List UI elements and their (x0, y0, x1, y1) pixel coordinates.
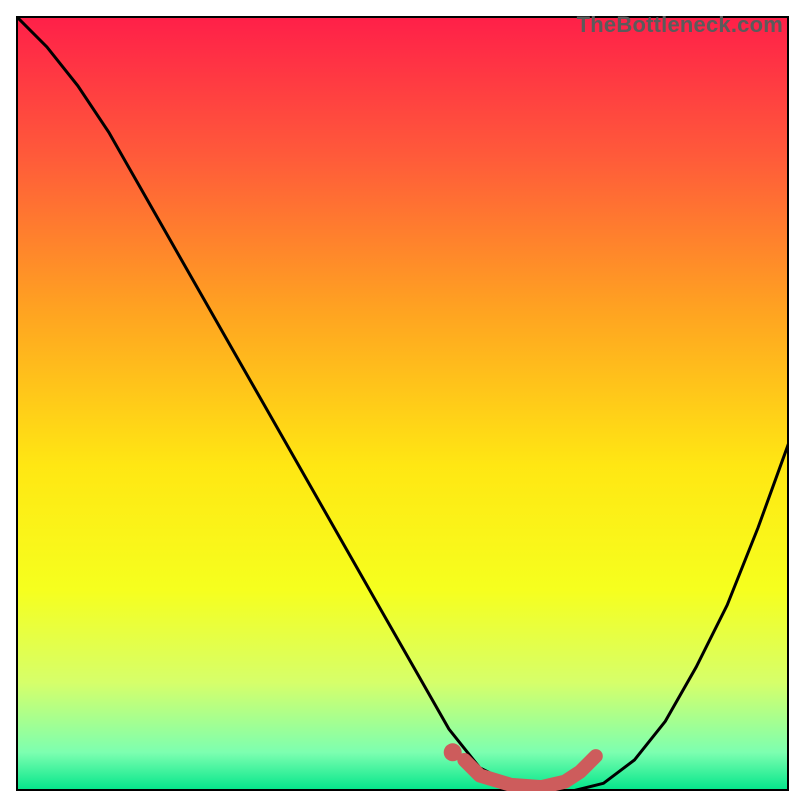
gradient-background (16, 16, 789, 791)
chart-frame: TheBottleneck.com (0, 0, 800, 800)
chart-svg (16, 16, 789, 791)
sweet-spot-marker (444, 743, 462, 761)
plot-area: TheBottleneck.com (16, 16, 789, 791)
